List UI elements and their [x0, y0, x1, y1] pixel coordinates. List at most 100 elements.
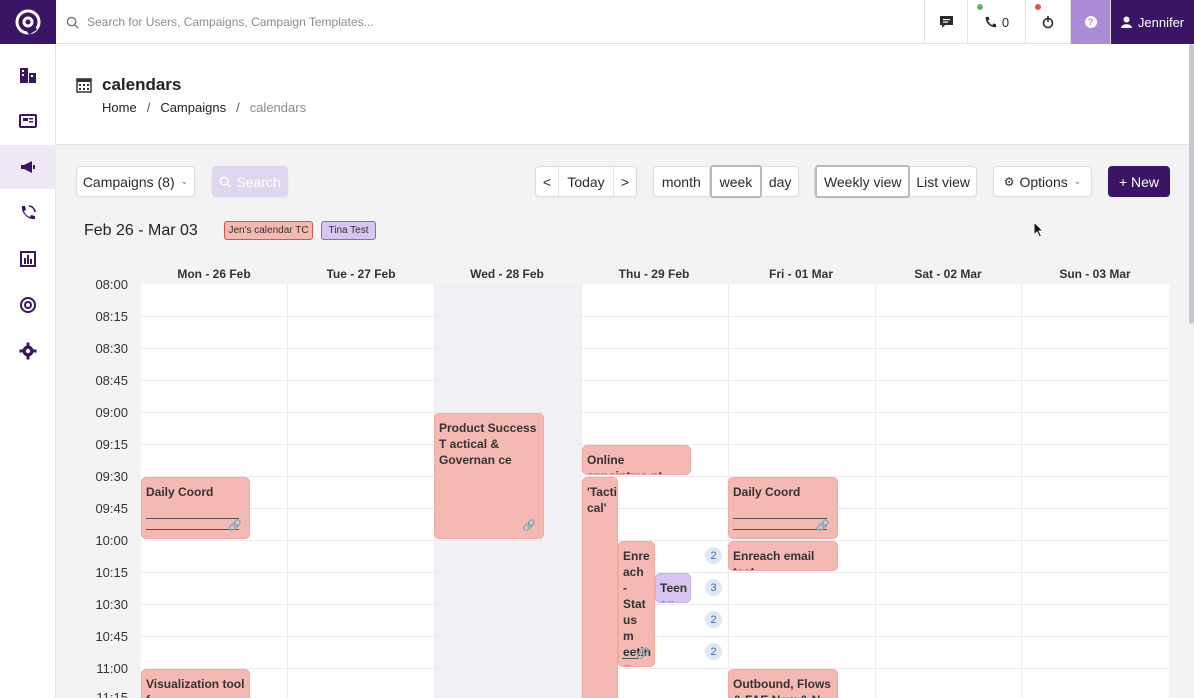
prev-button[interactable]: <: [536, 167, 559, 196]
sidebar-item-calls[interactable]: [0, 191, 56, 235]
week-button[interactable]: week: [709, 165, 763, 198]
grid-line: [141, 604, 1169, 605]
grid-line: [875, 284, 876, 698]
time-label: 08:45: [95, 373, 128, 388]
sidebar-item-reports[interactable]: [0, 237, 56, 281]
calls-button[interactable]: 0: [967, 0, 1025, 44]
chevron-down-icon: ⌄: [1073, 176, 1082, 186]
calendar-event[interactable]: Online appointme nt: [582, 445, 691, 475]
options-button[interactable]: ⚙ Options ⌄: [993, 166, 1092, 197]
sidebar-item-settings[interactable]: [0, 329, 56, 373]
grid-line: [141, 636, 1169, 637]
sidebar-item-organization[interactable]: [0, 53, 56, 97]
campaigns-filter[interactable]: Campaigns (8) ⌄: [76, 166, 195, 197]
breadcrumb: Home / Campaigns / calendars: [102, 100, 306, 115]
day-header: Mon - 26 Feb: [177, 267, 251, 281]
month-button[interactable]: month: [654, 167, 710, 196]
event-title: Daily Coord: [733, 485, 801, 499]
event-title: Enreach email test: [733, 549, 815, 570]
event-title: 'Tacti cal': [587, 485, 617, 515]
global-search[interactable]: [56, 0, 924, 44]
sidebar-item-dashboard[interactable]: [0, 99, 56, 143]
chart-icon: [20, 251, 36, 267]
status-button[interactable]: [1025, 0, 1070, 44]
event-divider: [733, 518, 827, 519]
time-label: 09:30: [95, 469, 128, 484]
calendar-icon: [76, 78, 92, 93]
user-name: Jennifer: [1137, 14, 1185, 30]
today-button[interactable]: Today: [559, 167, 614, 196]
power-icon: [1042, 16, 1054, 29]
chat-button[interactable]: [924, 0, 967, 44]
mouse-cursor-icon: [1033, 221, 1045, 238]
search-button[interactable]: Search: [212, 166, 288, 197]
legend-tag[interactable]: Jen's calendar TC: [224, 221, 313, 240]
options-label: Options: [1019, 173, 1068, 190]
event-title: Daily Coord: [146, 485, 214, 499]
more-events-badge[interactable]: 3: [705, 579, 722, 596]
sidebar-item-campaigns[interactable]: [0, 145, 56, 189]
search-button-label: Search: [236, 173, 281, 190]
time-label: 08:15: [95, 309, 128, 324]
week-grid[interactable]: Daily Coord 🔗 Visualization tool f Produ…: [141, 284, 1169, 698]
link-icon: 🔗: [816, 520, 830, 532]
window-icon: [19, 114, 37, 128]
day-header: Fri - 01 Mar: [768, 267, 834, 281]
time-label: 10:30: [95, 597, 128, 612]
day-button[interactable]: day: [762, 167, 798, 196]
more-events-badge[interactable]: 2: [705, 547, 722, 564]
weekly-view-button[interactable]: Weekly view: [815, 165, 911, 198]
target-icon: [20, 297, 36, 313]
calendar-event[interactable]: Visualization tool f: [141, 669, 250, 698]
grid-line: [141, 476, 1169, 477]
grid-line: [141, 348, 1169, 349]
user-menu[interactable]: Jennifer: [1110, 0, 1194, 44]
day-header: Wed - 28 Feb: [470, 267, 544, 281]
grid-line: [141, 540, 1169, 541]
help-button[interactable]: ?: [1070, 0, 1110, 44]
grid-line: [141, 572, 1169, 573]
breadcrumb-home[interactable]: Home: [102, 100, 137, 115]
chevron-down-icon: ⌄: [180, 176, 189, 186]
calendar-event[interactable]: 'Tacti cal': [582, 477, 618, 698]
grid-line: [1021, 284, 1022, 698]
time-label: 09:00: [95, 405, 128, 420]
gear-icon: [19, 342, 37, 360]
new-button[interactable]: + New: [1108, 166, 1170, 197]
time-label: 09:15: [95, 437, 128, 452]
gear-icon: ⚙: [1003, 174, 1015, 189]
phone-icon: [985, 16, 996, 27]
breadcrumb-campaigns[interactable]: Campaigns: [160, 100, 226, 115]
calendar-event[interactable]: Product Success T actical & Governan ce …: [434, 413, 544, 539]
search-icon: [66, 16, 79, 29]
time-label: 09:45: [95, 501, 128, 516]
app-logo[interactable]: [0, 0, 56, 44]
search-input[interactable]: [87, 15, 687, 29]
grid-line: [141, 412, 1169, 413]
grid-line: [141, 508, 1169, 509]
calendar-event[interactable]: Daily Coord 🔗: [728, 477, 838, 539]
next-button[interactable]: >: [614, 167, 636, 196]
search-icon: [219, 176, 231, 188]
list-view-button[interactable]: List view: [910, 167, 976, 196]
phone-icon: [21, 205, 36, 220]
legend-tag[interactable]: Tina Test: [321, 221, 376, 240]
page-scrollbar[interactable]: [1189, 44, 1194, 324]
link-icon: 🔗: [228, 520, 242, 532]
calendar-event[interactable]: Daily Coord 🔗: [141, 477, 250, 539]
sidebar: [0, 0, 56, 698]
calendar-event[interactable]: Enreach email test: [728, 541, 838, 571]
more-events-badge[interactable]: 2: [705, 643, 722, 660]
calendar-event[interactable]: Teen ag: [655, 573, 691, 603]
calendar-event[interactable]: Enre ach - Stat us m eetin g 🔗: [618, 541, 655, 667]
day-header: Sun - 03 Mar: [1059, 267, 1131, 281]
breadcrumb-current: calendars: [249, 100, 307, 115]
event-divider: [733, 529, 827, 530]
grid-line: [287, 284, 288, 698]
grid-line: [141, 668, 1169, 669]
date-range: Feb 26 - Mar 03: [84, 222, 198, 239]
calendar-event[interactable]: Outbound, Flows & FAE New & N: [728, 669, 838, 698]
day-header: Thu - 29 Feb: [618, 267, 690, 281]
sidebar-item-goals[interactable]: [0, 283, 56, 327]
more-events-badge[interactable]: 2: [705, 611, 722, 628]
